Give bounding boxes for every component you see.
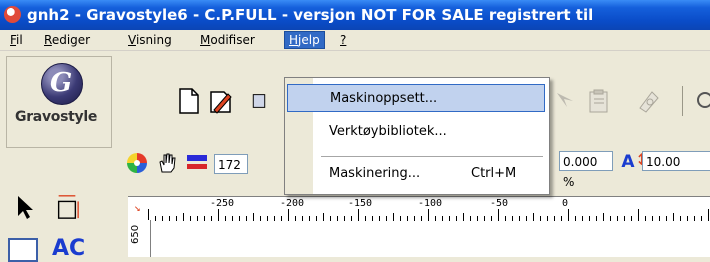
logo-mark-icon: G [41, 63, 83, 105]
ruler-tick [498, 209, 499, 221]
line-style-icon[interactable] [184, 150, 210, 176]
new-document-icon[interactable] [176, 88, 202, 114]
ruler-label: -200 [280, 198, 305, 209]
save-icon[interactable] [252, 88, 266, 114]
menu-fil[interactable]: Fil [6, 32, 27, 48]
open-document-icon[interactable] [208, 88, 234, 114]
ruler-origin-icon: ↘ [134, 201, 141, 214]
hjelp-dropdown-menu: Maskinoppsett... Verktøybibliotek... Mas… [284, 77, 550, 195]
ruler-tick [638, 209, 639, 221]
ruler-label: -150 [348, 198, 373, 209]
menu-separator [321, 156, 543, 157]
ruler-label: 0 [562, 198, 569, 209]
ruler-tick [183, 213, 184, 221]
ruler-tick [708, 209, 709, 221]
logo-text: Gravostyle [15, 109, 98, 125]
ruler-tick [673, 213, 674, 221]
ruler-tick [428, 209, 429, 221]
ruler-tick [463, 213, 464, 221]
clipboard-icon[interactable] [586, 88, 612, 114]
stamp-icon[interactable] [636, 88, 662, 114]
color-wheel-icon[interactable] [124, 150, 150, 176]
vruler-label: 650 [130, 224, 141, 244]
gravostyle-logo: G Gravostyle [6, 56, 112, 148]
menu-modifiser[interactable]: Modifiser [196, 32, 259, 48]
left-tool-panel: AC [0, 178, 126, 262]
drawing-canvas[interactable] [151, 221, 710, 257]
ruler-tick [568, 209, 569, 221]
menu-hjelp[interactable]: Hjelp [284, 31, 325, 49]
ruler-label: -100 [418, 198, 443, 209]
window-title: gnh2 - Gravostyle6 - C.P.FULL - versjon … [27, 6, 594, 24]
menu-bar: Fil Rediger Visning Modifiser Hjelp ? [0, 30, 710, 51]
ruler-label: -250 [210, 198, 235, 209]
menu-rediger[interactable]: Rediger [40, 32, 94, 48]
toolbar-separator [682, 86, 683, 116]
ruler-tick [533, 213, 534, 221]
ruler-tick [358, 209, 359, 221]
frame-tool-icon[interactable] [8, 238, 38, 262]
percent-input[interactable]: 0.000 % [559, 151, 613, 189]
ruler-tick [218, 209, 219, 221]
menu-question[interactable]: ? [336, 32, 350, 48]
menu-item-maskinoppsett[interactable]: Maskinoppsett... [287, 84, 545, 112]
pointer-disabled-icon[interactable] [552, 88, 578, 114]
select-arrow-icon[interactable] [12, 194, 38, 220]
resize-box-icon[interactable] [54, 194, 80, 220]
letter-spacing-icon[interactable]: A↕ [615, 149, 648, 175]
hand-pan-icon[interactable] [154, 150, 180, 176]
menu-item-verktoybibliotek[interactable]: Verktøybibliotek... [287, 118, 545, 146]
size-input[interactable]: 172 [214, 154, 248, 174]
app-icon[interactable] [4, 6, 21, 23]
ruler-tick [323, 213, 324, 221]
ruler-tick [393, 213, 394, 221]
ruler-label: -50 [490, 198, 509, 209]
vertical-ruler: 650 [128, 220, 151, 257]
spacing-input[interactable]: 10.00 [642, 151, 710, 171]
shortcut-label: Ctrl+M [471, 166, 517, 181]
horizontal-ruler: ↘ -250 -200 -150 -100 -50 0 [128, 196, 710, 222]
text-tool-icon[interactable]: AC [52, 236, 85, 261]
ruler-tick [253, 213, 254, 221]
zoom-icon[interactable] [692, 88, 710, 114]
menu-item-maskinering[interactable]: Maskinering... Ctrl+M [287, 160, 545, 188]
title-bar: gnh2 - Gravostyle6 - C.P.FULL - versjon … [0, 0, 710, 30]
ruler-tick [288, 209, 289, 221]
menu-visning[interactable]: Visning [124, 32, 176, 48]
ruler-tick [603, 213, 604, 221]
